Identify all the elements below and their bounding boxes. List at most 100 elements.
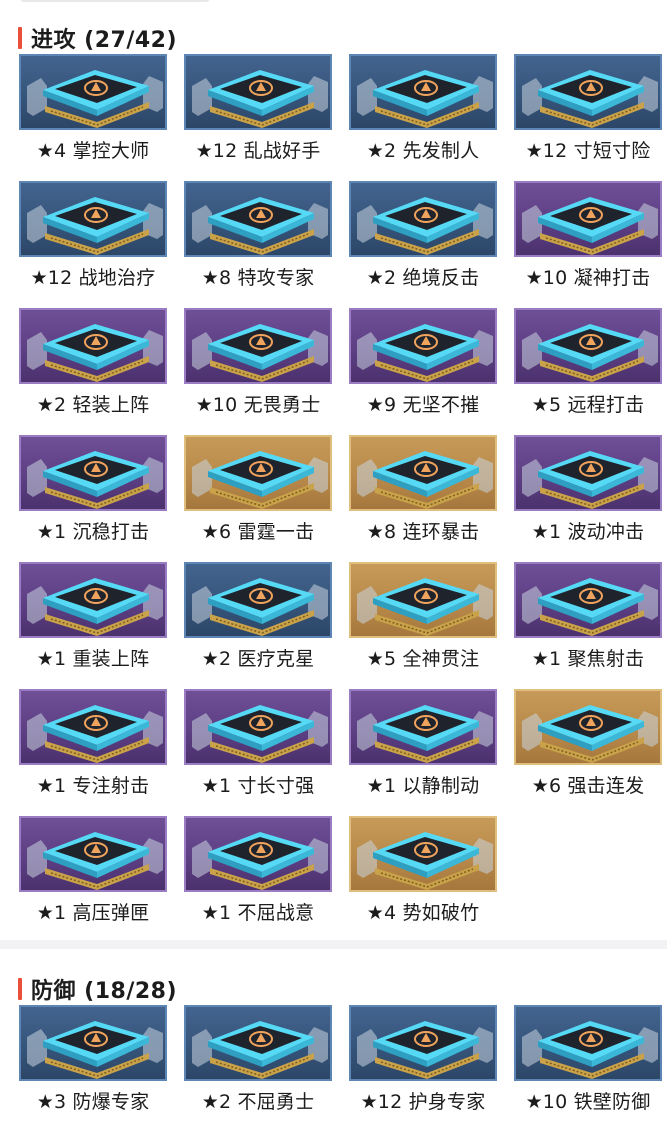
ability-chip-image — [184, 435, 332, 511]
medkit-icon — [27, 197, 163, 255]
section-accent-bar — [18, 27, 22, 49]
ability-card[interactable]: ★5 远程打击 — [514, 308, 662, 428]
ability-chip-image — [349, 816, 497, 892]
ability-chip-image — [349, 1005, 497, 1081]
ability-card[interactable]: ★2 轻装上阵 — [19, 308, 167, 428]
ability-card[interactable]: ★4 势如破竹 — [349, 816, 497, 936]
section-title: 防御 (18/28) — [31, 979, 178, 1004]
ability-card[interactable]: ★2 不屈勇士 — [184, 1005, 332, 1125]
ability-chip-image — [184, 308, 332, 384]
ability-chip-image — [349, 562, 497, 638]
ability-card[interactable]: ★1 聚焦射击 — [514, 562, 662, 682]
ability-label: ★1 寸长寸强 — [201, 775, 315, 797]
fist-icon — [192, 324, 328, 382]
ability-label: ★2 医疗克星 — [201, 648, 315, 670]
bullet-stream-icon — [27, 705, 163, 763]
ability-card[interactable]: ★1 寸长寸强 — [184, 689, 332, 809]
ability-chip-image — [349, 54, 497, 130]
ability-label: ★10 凝神打击 — [525, 267, 651, 289]
ability-label: ★1 高压弹匣 — [36, 902, 150, 924]
person-shield-icon — [27, 451, 163, 509]
ability-chip-image — [349, 689, 497, 765]
ability-card[interactable]: ★1 专注射击 — [19, 689, 167, 809]
hammer-icon — [357, 324, 493, 382]
ability-card[interactable]: ★10 凝神打击 — [514, 181, 662, 301]
ability-label: ★9 无坚不摧 — [366, 394, 480, 416]
ability-label: ★12 战地治疗 — [30, 267, 156, 289]
ability-card[interactable]: ★12 护身专家 — [349, 1005, 497, 1125]
ability-label: ★8 特攻专家 — [201, 267, 315, 289]
ability-card[interactable]: ★6 雷霆一击 — [184, 435, 332, 555]
ability-label: ★1 不屈战意 — [201, 902, 315, 924]
bullet-icon — [522, 324, 658, 382]
ability-card[interactable]: ★2 绝境反击 — [349, 181, 497, 301]
ability-label: ★12 寸短寸险 — [525, 140, 651, 162]
ability-card[interactable]: ★1 以静制动 — [349, 689, 497, 809]
ability-card[interactable]: ★6 强击连发 — [514, 689, 662, 809]
ability-card[interactable]: ★12 乱战好手 — [184, 54, 332, 174]
ability-label: ★12 护身专家 — [360, 1091, 486, 1113]
ability-chip-image — [514, 1005, 662, 1081]
wing-icon — [27, 324, 163, 382]
ability-card[interactable]: ★10 铁壁防御 — [514, 1005, 662, 1125]
ability-card[interactable]: ★5 全神贯注 — [349, 562, 497, 682]
ability-label: ★1 波动冲击 — [531, 521, 645, 543]
heart-shield-icon — [357, 1021, 493, 1079]
crosshair-icon — [522, 578, 658, 636]
ability-card[interactable]: ★3 防爆专家 — [19, 1005, 167, 1125]
ability-card[interactable]: ★8 特攻专家 — [184, 181, 332, 301]
ability-chip-image — [349, 181, 497, 257]
ability-card[interactable]: ★10 无畏勇士 — [184, 308, 332, 428]
ability-label: ★2 不屈勇士 — [201, 1091, 315, 1113]
ability-card[interactable]: ★9 无坚不摧 — [349, 308, 497, 428]
break-through-icon — [357, 832, 493, 890]
ability-card[interactable]: ★1 高压弹匣 — [19, 816, 167, 936]
ability-label: ★2 先发制人 — [366, 140, 480, 162]
ability-card[interactable]: ★1 不屈战意 — [184, 816, 332, 936]
chain-icon — [357, 451, 493, 509]
counter-cycle-icon — [357, 197, 493, 255]
ability-label: ★1 专注射击 — [36, 775, 150, 797]
ability-card[interactable]: ★12 战地治疗 — [19, 181, 167, 301]
ability-label: ★12 乱战好手 — [195, 140, 321, 162]
blast-shield-icon — [27, 1021, 163, 1079]
section-accent-bar — [18, 978, 22, 1000]
ability-label: ★1 聚焦射击 — [531, 648, 645, 670]
broken-heart-icon — [192, 578, 328, 636]
magazine-icon — [27, 832, 163, 890]
ability-label: ★6 雷霆一击 — [201, 521, 315, 543]
ability-chip-image — [19, 181, 167, 257]
ability-chip-image — [349, 308, 497, 384]
ability-chip-image — [514, 435, 662, 511]
flame-fist-icon — [27, 70, 163, 128]
ability-card[interactable]: ★8 连环暴击 — [349, 435, 497, 555]
rapid-fire-icon — [522, 705, 658, 763]
ability-card[interactable]: ★12 寸短寸险 — [514, 54, 662, 174]
ability-chip-image — [514, 54, 662, 130]
ability-card[interactable]: ★4 掌控大师 — [19, 54, 167, 174]
lightning-icon — [357, 70, 493, 128]
ability-chip-image — [19, 54, 167, 130]
ability-label: ★1 沉稳打击 — [36, 521, 150, 543]
ability-label: ★1 重装上阵 — [36, 648, 150, 670]
armor-boot-icon — [27, 578, 163, 636]
ability-chip-image — [19, 435, 167, 511]
ability-label: ★2 绝境反击 — [366, 267, 480, 289]
ability-chip-image — [19, 1005, 167, 1081]
ability-chip-image — [184, 816, 332, 892]
ability-label: ★10 无畏勇士 — [195, 394, 321, 416]
ability-card[interactable]: ★2 医疗克星 — [184, 562, 332, 682]
ability-card[interactable]: ★1 波动冲击 — [514, 435, 662, 555]
ability-card[interactable]: ★1 重装上阵 — [19, 562, 167, 682]
ability-chip-image — [184, 54, 332, 130]
clipped-heading-remnant — [0, 0, 667, 10]
section-divider — [0, 940, 667, 949]
ability-card[interactable]: ★2 先发制人 — [349, 54, 497, 174]
ability-label: ★2 轻装上阵 — [36, 394, 150, 416]
ability-card[interactable]: ★1 沉稳打击 — [19, 435, 167, 555]
ability-chip-image — [514, 689, 662, 765]
ability-chip-image — [19, 816, 167, 892]
heart-ring-icon — [192, 1021, 328, 1079]
ability-chip-image — [184, 689, 332, 765]
section-header: 防御 (18/28) — [18, 975, 178, 1004]
